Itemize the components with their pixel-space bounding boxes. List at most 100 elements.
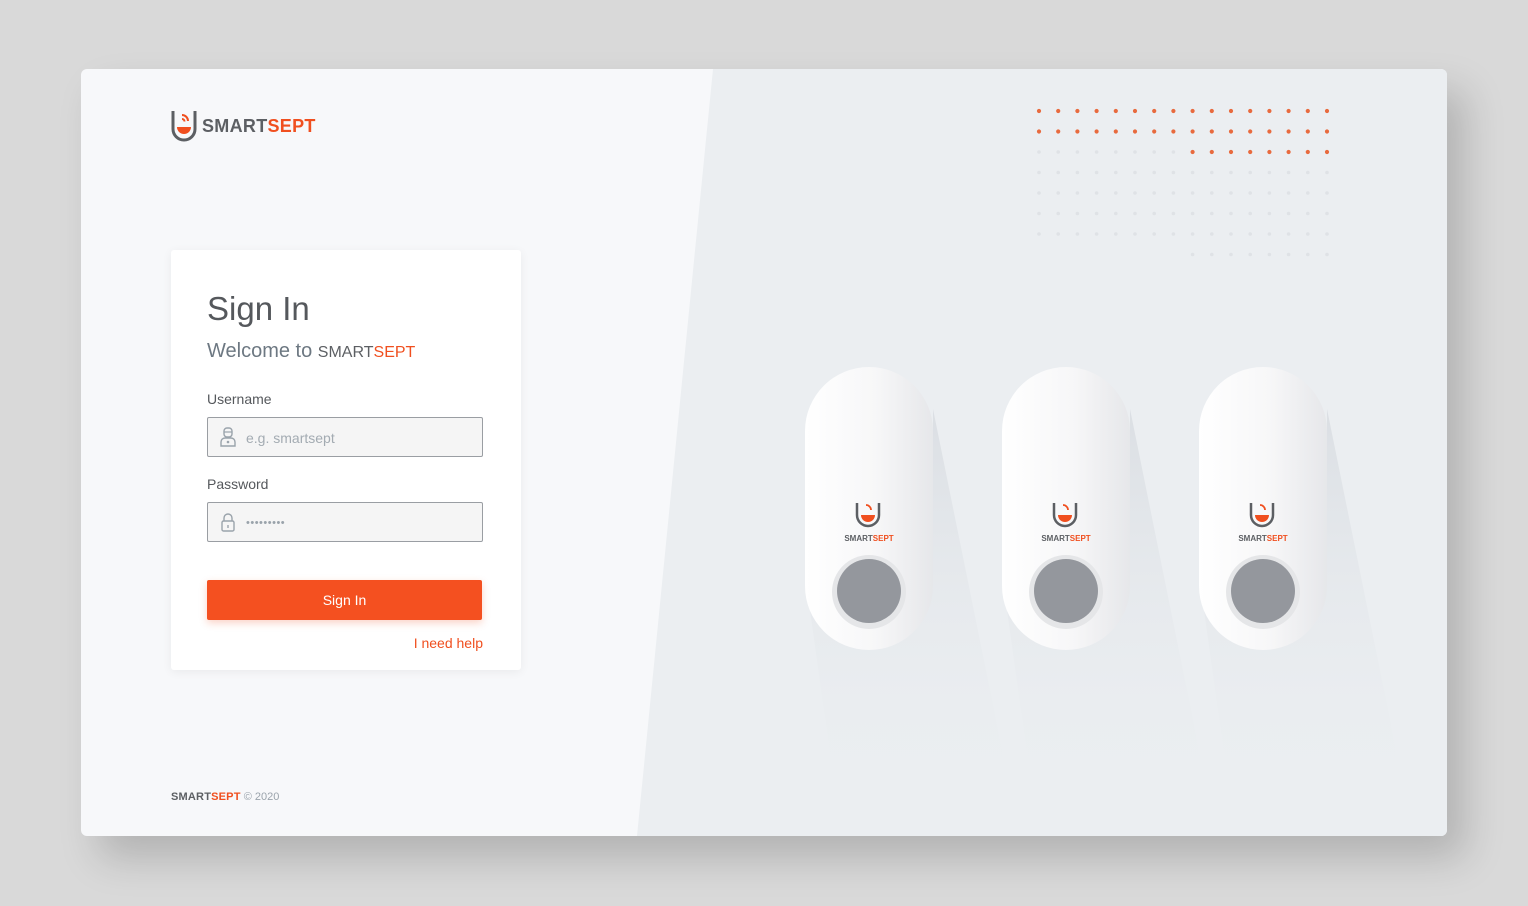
dot-muted [1037,150,1041,154]
dot-muted [1190,252,1195,257]
dot-accent [1286,149,1291,155]
dot-muted [1190,170,1195,175]
dot-muted [1210,232,1214,236]
device-button [1034,559,1098,623]
device-group: SMARTSEPT SMARTSEPT SMARTSEPT [805,367,1404,789]
dot-accent [1113,129,1118,134]
password-input[interactable] [244,503,478,543]
dot-accent [1075,129,1080,134]
help-link[interactable]: I need help [414,635,483,651]
dot-accent [1190,108,1195,114]
dot-accent [1305,149,1310,155]
dot-muted [1037,211,1041,216]
dot-accent [1132,108,1138,114]
device-button [837,559,901,623]
dot-accent [1267,149,1272,155]
dot-accent [1036,129,1042,134]
dot-muted [1248,170,1252,175]
dot-muted [1229,252,1233,257]
dot-accent [1171,108,1176,114]
dot-muted [1229,191,1233,195]
dot-muted [1248,232,1252,236]
dot-muted [1056,211,1060,216]
welcome-prefix: Welcome to [207,340,313,362]
brand-logo: SMARTSEPT [170,109,316,143]
dot-accent [1324,108,1330,114]
dot-muted [1229,170,1233,175]
dot-muted [1114,170,1118,175]
device-button [1231,559,1295,623]
username-field[interactable] [207,417,483,458]
dot-muted [1325,211,1329,216]
footer-brand-part2: SEPT [211,791,241,803]
dot-accent [1094,129,1099,134]
dot-accent [1190,129,1195,134]
dot-accent [1228,129,1234,134]
device-brand-label: SMARTSEPT [1041,534,1090,543]
dot-muted [1094,232,1099,236]
lock-icon [221,513,235,532]
dot-muted [1075,191,1080,195]
dot-muted [1190,211,1195,216]
dot-muted [1152,232,1156,236]
brand-logo-text: SMARTSEPT [202,116,316,137]
login-window: SMARTSEPT SMARTSEPT SMARTSEPT SMARTSEPT Si… [81,69,1447,836]
dot-muted [1248,191,1252,195]
footer-brand-part1: SMART [171,791,212,803]
dot-muted [1286,191,1291,195]
signin-button[interactable]: Sign In [207,580,482,620]
dot-muted [1306,232,1310,236]
dot-accent [1305,108,1310,114]
brand-logo-icon [171,111,197,142]
dot-muted [1094,170,1099,175]
dot-accent [1209,149,1214,155]
dot-accent [1190,149,1195,155]
dot-muted [1075,211,1080,216]
dot-accent [1209,129,1214,134]
dot-muted [1210,252,1214,257]
dot-muted [1210,170,1214,175]
signin-title: Sign In [207,290,310,327]
dot-muted [1325,170,1329,175]
dot-muted [1133,211,1137,216]
password-label: Password [207,476,269,492]
password-field[interactable] [207,502,483,543]
user-icon [220,427,236,447]
welcome-brand-part1: SMART [317,344,374,361]
username-input[interactable] [244,418,478,458]
dot-muted [1094,211,1099,216]
dot-muted [1267,211,1272,216]
dot-muted [1152,191,1156,195]
dot-muted [1306,252,1310,257]
dot-muted [1094,150,1099,154]
footer-copyright: © 2020 [243,791,280,803]
dot-muted [1267,232,1272,236]
dot-muted [1133,191,1137,195]
dot-muted [1037,191,1041,195]
dot-accent [1305,129,1310,134]
dot-accent [1152,108,1157,114]
dot-accent [1075,108,1080,114]
dot-accent [1113,108,1118,114]
dot-muted [1171,150,1176,154]
dot-muted [1171,170,1176,175]
dot-muted [1325,252,1329,257]
welcome-brand: SMARTSEPT [318,344,416,361]
dot-muted [1075,150,1080,154]
dot-muted [1152,170,1156,175]
dot-muted [1114,150,1118,154]
dot-muted [1171,211,1176,216]
dot-accent [1286,129,1291,134]
dot-accent [1036,108,1042,114]
welcome-text: Welcome to SMARTSEPT [207,340,415,363]
dot-accent [1248,129,1253,134]
dot-accent [1056,129,1061,134]
dot-accent [1248,149,1253,155]
dot-accent [1094,108,1099,114]
dot-muted [1229,232,1233,236]
dot-muted [1325,232,1329,236]
dot-muted [1114,232,1118,236]
dot-muted [1037,170,1041,175]
dot-muted [1171,232,1176,236]
dot-muted [1267,252,1272,257]
